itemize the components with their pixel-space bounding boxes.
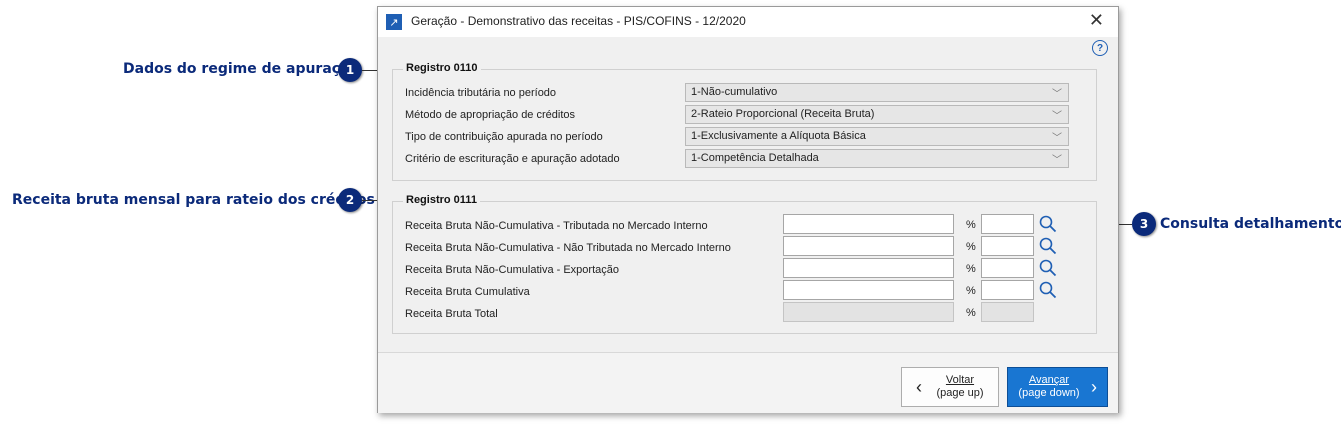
receita-tributada-percent-input[interactable] [981, 214, 1034, 234]
dialog-window: ↗ Geração - Demonstrativo das receitas -… [377, 6, 1119, 413]
title-bar: ↗ Geração - Demonstrativo das receitas -… [378, 7, 1118, 37]
callout-label-3: Consulta detalhamento [1160, 216, 1341, 232]
registro-0110-title: Registro 0110 [403, 62, 481, 74]
receita-tributada-label: Receita Bruta Não-Cumulativa - Tributada… [405, 220, 708, 232]
back-label-line1: Voltar [945, 374, 975, 386]
next-label-line2: (page down) [1018, 387, 1080, 399]
search-icon[interactable] [1039, 237, 1057, 255]
receita-tributada-input[interactable] [783, 214, 954, 234]
receita-nao-tributada-input[interactable] [783, 236, 954, 256]
incidencia-label: Incidência tributária no período [405, 87, 557, 99]
search-icon[interactable] [1039, 215, 1057, 233]
chevron-down-icon: ﹀ [1052, 89, 1062, 100]
callout-badge-2: 2 [338, 188, 362, 212]
back-button-label: Voltar (page up) [936, 374, 984, 400]
registro-0111-title: Registro 0111 [403, 194, 480, 206]
next-button-label: Avançar (page down) [1016, 374, 1082, 400]
chevron-down-icon: ﹀ [1052, 133, 1062, 144]
percent-symbol: % [966, 241, 976, 253]
criterio-value: 1-Competência Detalhada [691, 152, 819, 164]
chevron-right-icon: › [1091, 377, 1097, 397]
metodo-label: Método de apropriação de créditos [405, 109, 575, 121]
callout-badge-1: 1 [338, 58, 362, 82]
receita-cumulativa-label: Receita Bruta Cumulativa [405, 286, 530, 298]
receita-total-label: Receita Bruta Total [405, 308, 498, 320]
tipo-contribuicao-select[interactable]: 1-Exclusivamente a Alíquota Básica ﹀ [685, 127, 1069, 146]
percent-symbol: % [966, 307, 976, 319]
registro-0110-group: Registro 0110 Incidência tributária no p… [392, 62, 1097, 181]
metodo-select[interactable]: 2-Rateio Proporcional (Receita Bruta) ﹀ [685, 105, 1069, 124]
receita-exportacao-percent-input[interactable] [981, 258, 1034, 278]
next-label-line1: Avançar [1028, 374, 1070, 386]
receita-exportacao-input[interactable] [783, 258, 954, 278]
registro-0111-group: Registro 0111 Receita Bruta Não-Cumulati… [392, 194, 1097, 334]
criterio-select[interactable]: 1-Competência Detalhada ﹀ [685, 149, 1069, 168]
chevron-down-icon: ﹀ [1052, 111, 1062, 122]
receita-cumulativa-input[interactable] [783, 280, 954, 300]
back-label-line2: (page up) [936, 387, 984, 399]
incidencia-value: 1-Não-cumulativo [691, 86, 778, 98]
incidencia-select[interactable]: 1-Não-cumulativo ﹀ [685, 83, 1069, 102]
window-title: Geração - Demonstrativo das receitas - P… [411, 14, 746, 28]
receita-nao-tributada-percent-input[interactable] [981, 236, 1034, 256]
search-icon[interactable] [1039, 259, 1057, 277]
back-button[interactable]: ‹ Voltar (page up) [901, 367, 999, 407]
percent-symbol: % [966, 219, 976, 231]
receita-total-input [783, 302, 954, 322]
help-icon[interactable]: ? [1092, 40, 1108, 56]
receita-cumulativa-percent-input[interactable] [981, 280, 1034, 300]
receita-exportacao-label: Receita Bruta Não-Cumulativa - Exportaçã… [405, 264, 619, 276]
tipo-contribuicao-label: Tipo de contribuição apurada no período [405, 131, 603, 143]
app-icon: ↗ [386, 14, 402, 30]
search-icon[interactable] [1039, 281, 1057, 299]
chevron-left-icon: ‹ [916, 377, 922, 397]
percent-symbol: % [966, 285, 976, 297]
dialog-footer: ‹ Voltar (page up) Avançar (page down) › [378, 352, 1118, 413]
tipo-contribuicao-value: 1-Exclusivamente a Alíquota Básica [691, 130, 866, 142]
callout-label-2: Receita bruta mensal para rateio dos cré… [12, 192, 375, 208]
callout-label-1: Dados do regime de apuração [123, 61, 360, 77]
close-button[interactable]: ✕ [1089, 10, 1104, 31]
chevron-down-icon: ﹀ [1052, 155, 1062, 166]
next-button[interactable]: Avançar (page down) › [1007, 367, 1108, 407]
percent-symbol: % [966, 263, 976, 275]
receita-nao-tributada-label: Receita Bruta Não-Cumulativa - Não Tribu… [405, 242, 731, 254]
callout-badge-3: 3 [1132, 212, 1156, 236]
metodo-value: 2-Rateio Proporcional (Receita Bruta) [691, 108, 875, 120]
receita-total-percent-input [981, 302, 1034, 322]
criterio-label: Critério de escrituração e apuração adot… [405, 153, 620, 165]
